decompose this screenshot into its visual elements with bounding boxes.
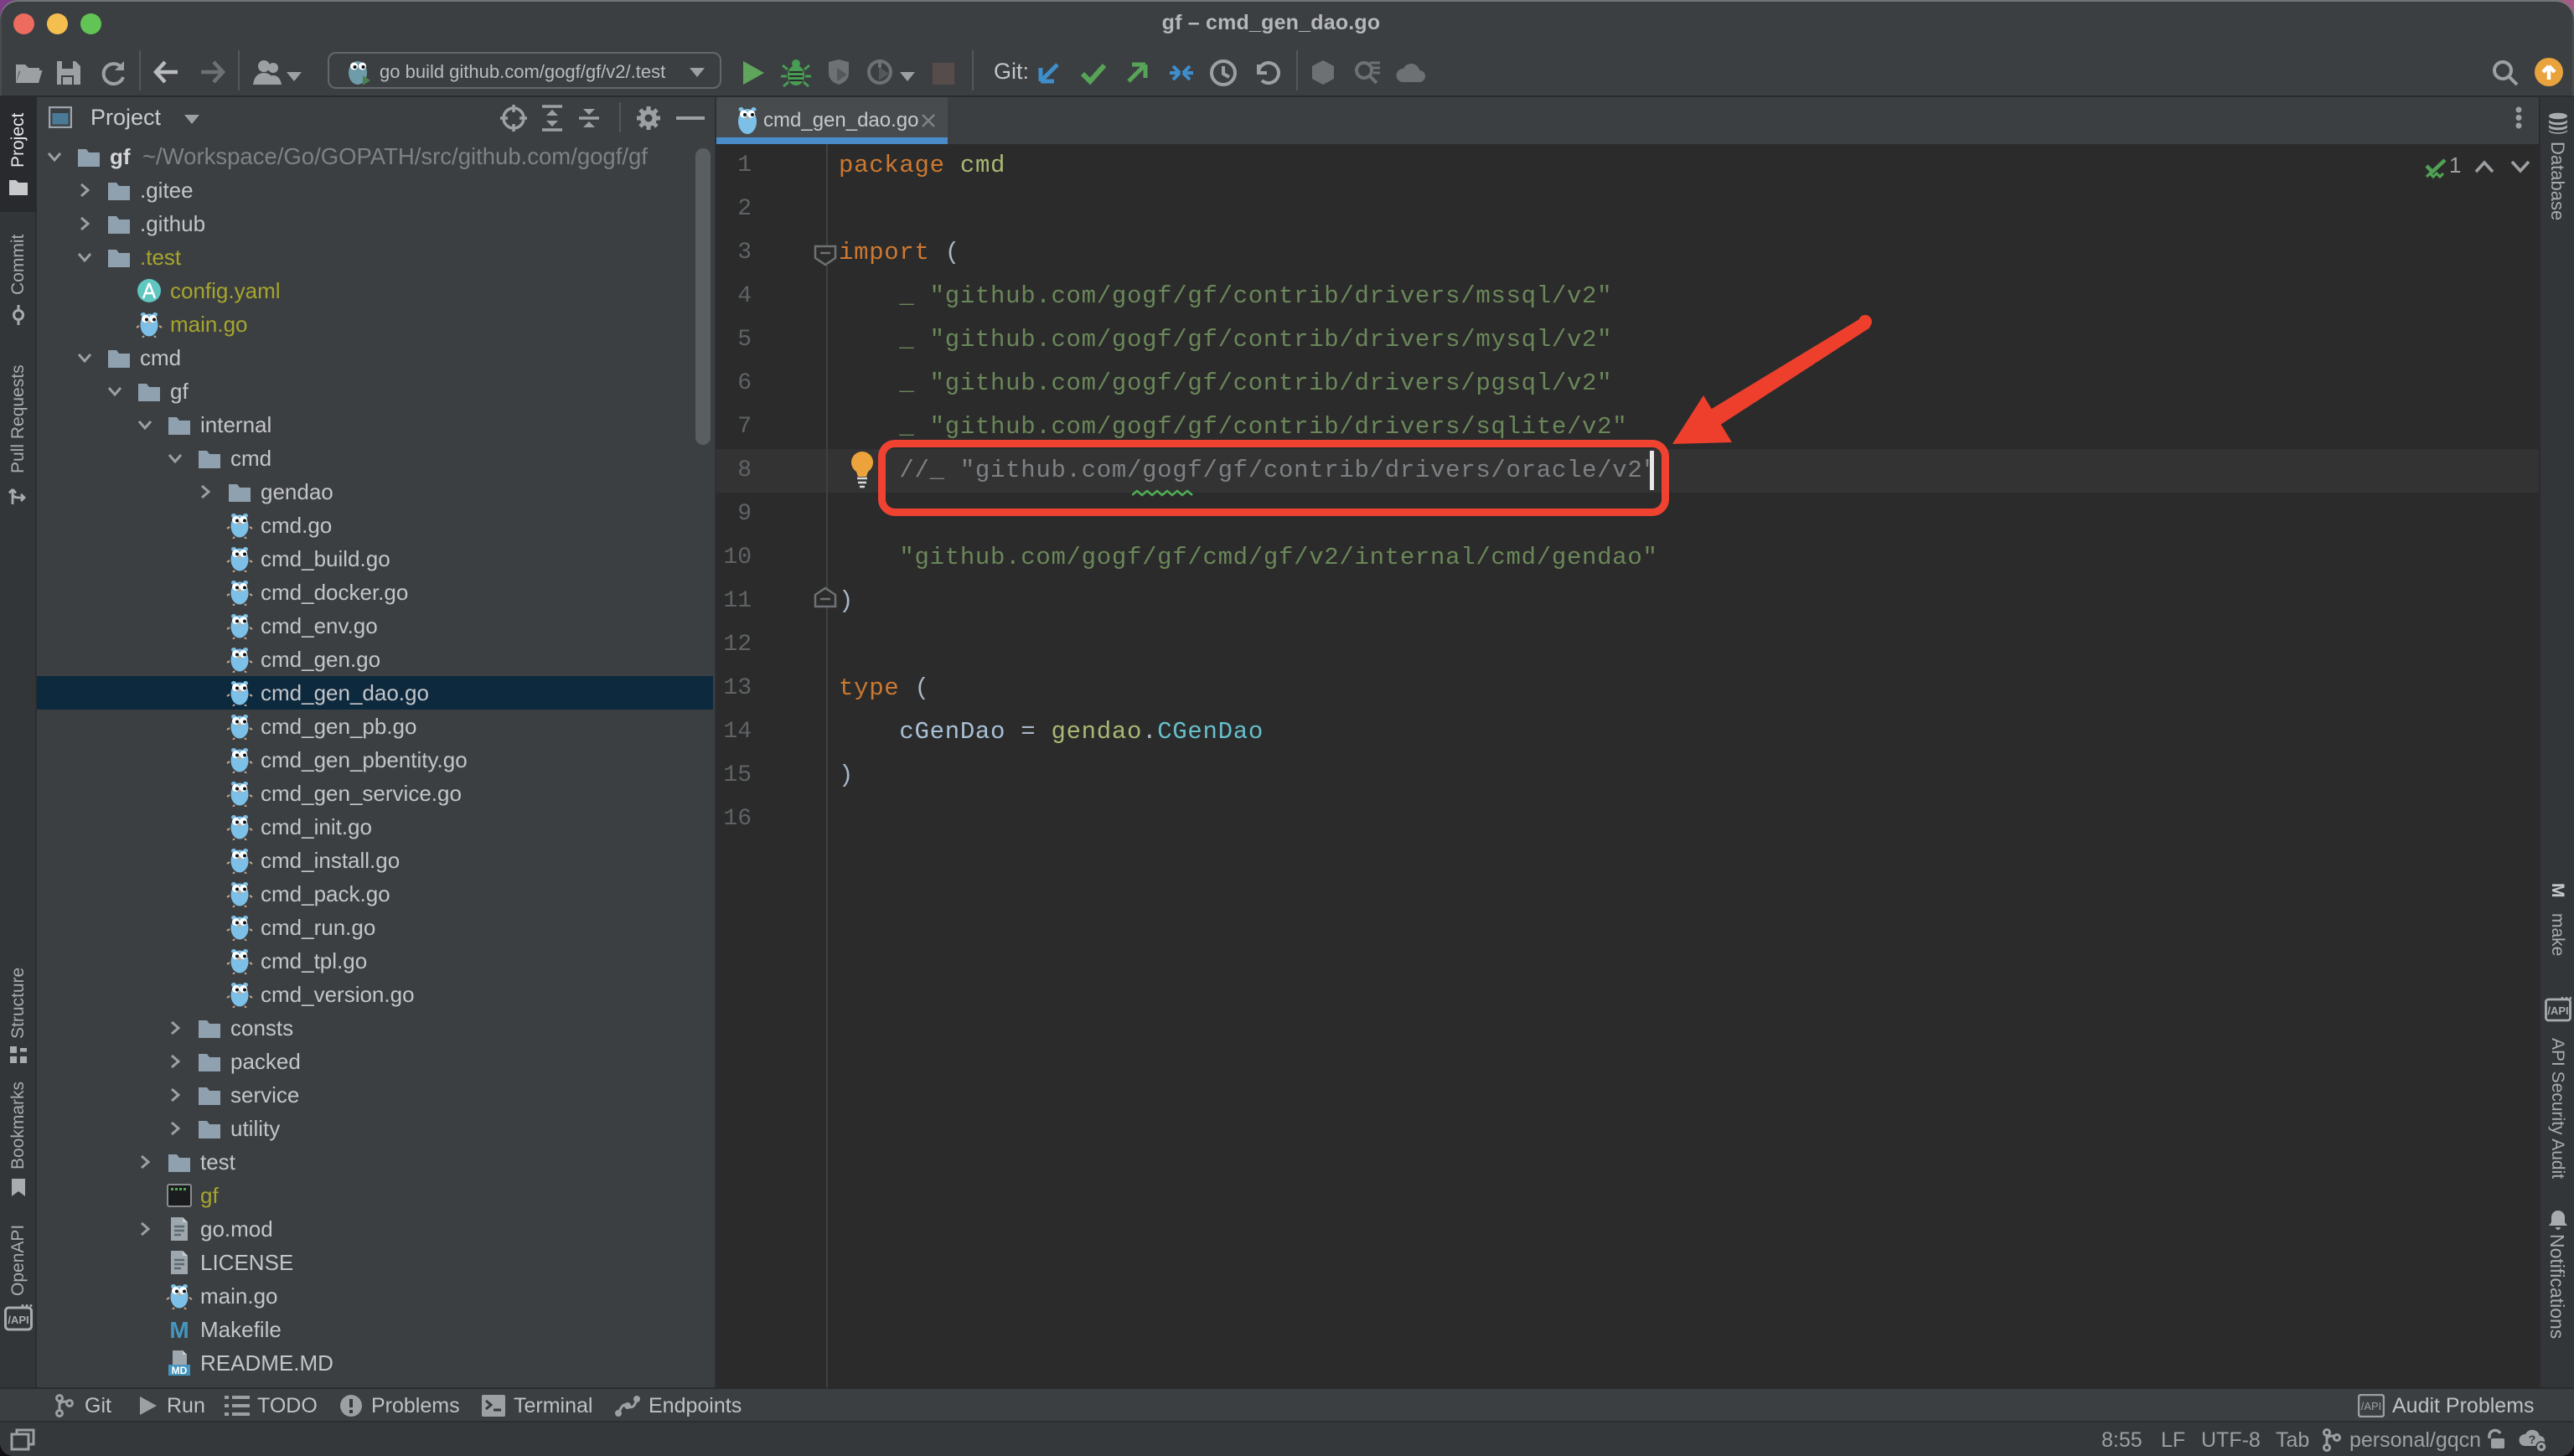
svg-text:/API: /API	[8, 1314, 28, 1326]
svg-text:?: ?	[2529, 1433, 2536, 1446]
svg-text:M: M	[169, 1317, 189, 1343]
svg-text:MD: MD	[172, 1365, 188, 1376]
svg-text:/API: /API	[2547, 1004, 2568, 1017]
svg-text:/API: /API	[2361, 1400, 2382, 1412]
